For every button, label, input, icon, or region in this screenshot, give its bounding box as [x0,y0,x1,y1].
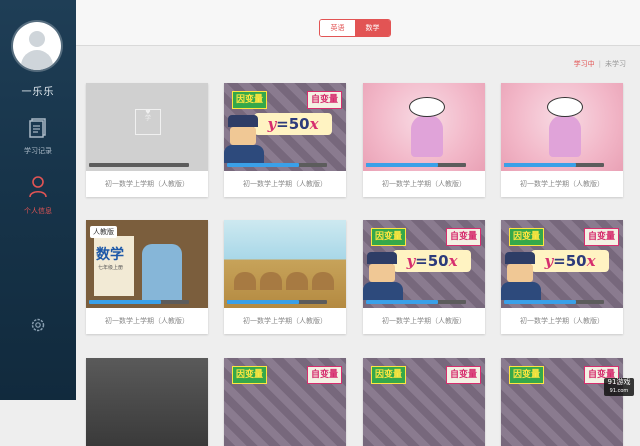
hut-icon [286,272,308,290]
thumb-label-left: 因变量 [232,91,268,109]
hut-icon [234,272,256,290]
course-card[interactable]: 因变量 自变量 y=50x 初一数学上学期（人教版） [363,220,485,334]
course-card[interactable]: 初一数学上学期（人教版） [501,83,623,197]
hut-icon [260,272,282,290]
thumb-label-right: 自变量 [445,228,481,246]
top-bar: 英语 数学 [76,0,640,46]
thumb-eq-y: y [267,115,277,133]
thumb-label-right: 自变量 [306,91,342,109]
avatar-head-icon [29,31,45,47]
settings-button[interactable] [30,317,46,337]
thumb-eq-mid: =50 [415,252,449,270]
thumb-eq-y: y [406,252,416,270]
course-card[interactable]: 初一数学上学期（人教版） [363,83,485,197]
course-title: 初一数学上学期（人教版） [520,317,604,325]
course-thumbnail: ♥ 学 [86,83,208,171]
thumb-eq-x: x [309,115,319,133]
sidebar: 一乐乐 学习记录 个人信息 [0,0,76,400]
course-card[interactable]: 因变量 自变量 y=50x 初一数学上学期（人教版） [224,83,346,197]
study-status-tabs: 学习中 | 未学习 [574,59,626,69]
course-thumbnail: 因变量 自变量 [501,358,623,446]
course-title: 初一数学上学期（人教版） [520,180,604,188]
progress-bar [227,300,327,304]
tab-english[interactable]: 英语 [320,20,355,36]
course-card[interactable]: 因变量 自变量 [224,358,346,446]
gear-icon [31,318,45,332]
course-card[interactable]: 人教版 数学 七年级上册 初一数学上学期（人教版） [86,220,208,334]
avatar[interactable] [13,22,61,70]
cartoon-character-icon [403,97,449,159]
username: 一乐乐 [21,87,55,98]
thumb-tag: 人教版 [90,226,117,238]
records-icon [29,118,46,138]
sidebar-item-records[interactable]: 学习记录 [0,118,76,156]
cartoon-character-icon [541,97,587,159]
thumb-title: 数学 [96,247,124,263]
thumb-label-right: 自变量 [445,366,481,384]
cartoon-character-icon [501,252,543,300]
sidebar-item-label: 学习记录 [24,147,52,155]
thumb-label-right: 自变量 [583,228,619,246]
sidebar-item-profile[interactable]: 个人信息 [0,176,76,216]
course-title: 初一数学上学期（人教版） [105,317,189,325]
course-thumbnail [363,83,485,171]
course-thumbnail [86,358,208,446]
progress-bar [504,300,604,304]
course-thumbnail [501,83,623,171]
watermark-line-1: 91游戏 [607,378,631,386]
course-title: 初一数学上学期（人教版） [382,180,466,188]
course-card[interactable]: 因变量 自变量 [363,358,485,446]
course-thumbnail: 因变量 自变量 y=50x [363,220,485,308]
hut-icon [312,272,334,290]
progress-bar [89,163,189,167]
placeholder-logo-icon: ♥ 学 [135,109,161,135]
course-card[interactable]: 因变量 自变量 y=50x 初一数学上学期（人教版） [501,220,623,334]
thumb-eq-x: x [448,252,458,270]
course-title: 初一数学上学期（人教版） [382,317,466,325]
progress-bar [366,300,466,304]
course-card[interactable]: 因变量 自变量 [501,358,623,446]
user-icon [29,176,47,198]
thumb-label-left: 因变量 [509,228,545,246]
thumb-label-right: 自变量 [306,366,342,384]
course-thumbnail: 人教版 数学 七年级上册 [86,220,208,308]
thumb-eq-mid: =50 [553,252,587,270]
course-thumbnail: 因变量 自变量 [363,358,485,446]
course-thumbnail: 因变量 自变量 [224,358,346,446]
thumb-label-left: 因变量 [232,366,268,384]
course-thumbnail: 因变量 自变量 y=50x [501,220,623,308]
course-thumbnail: 因变量 自变量 y=50x [224,83,346,171]
course-title: 初一数学上学期（人教版） [243,180,327,188]
course-card[interactable]: ♥ 学 初一数学上学期（人教版） [86,83,208,197]
thumb-eq-mid: =50 [276,115,310,133]
thumb-label-left: 因变量 [509,366,545,384]
subject-switcher: 英语 数学 [319,19,391,37]
thumb-label-left: 因变量 [371,228,407,246]
thumb-eq-x: x [586,252,596,270]
thumb-label-left: 因变量 [371,366,407,384]
tab-learning[interactable]: 学习中 [574,60,595,68]
progress-bar [366,163,466,167]
course-card[interactable]: 初一数学上学期（人教版） [224,220,346,334]
course-thumbnail [224,220,346,308]
avatar-body-icon [21,50,53,70]
tab-math[interactable]: 数学 [355,20,390,36]
cartoon-character-icon [224,115,266,163]
tab-not-learned[interactable]: 未学习 [605,60,626,68]
course-title: 初一数学上学期（人教版） [105,180,189,188]
cartoon-character-icon [363,252,405,300]
watermark-line-2: 91.com [609,388,629,394]
progress-bar [227,163,327,167]
thumb-subtitle: 七年级上册 [98,265,124,271]
course-title: 初一数学上学期（人教版） [243,317,327,325]
thumb-eq-y: y [544,252,554,270]
divider: | [598,60,601,68]
sidebar-item-label: 个人信息 [24,207,52,215]
course-card[interactable] [86,358,208,446]
progress-bar [504,163,604,167]
watermark: 91游戏 91.com [604,378,634,396]
progress-bar [89,300,189,304]
cartoon-character-icon [142,244,182,300]
